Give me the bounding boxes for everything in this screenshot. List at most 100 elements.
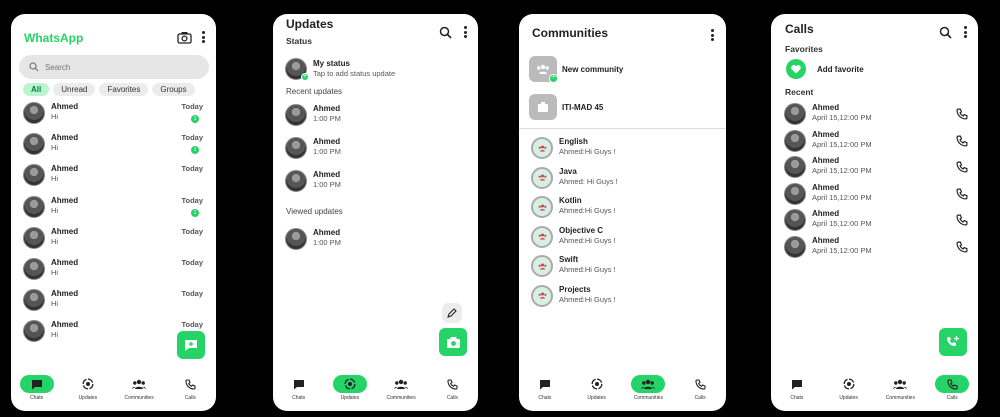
group-row[interactable]: Projects Ahmed:Hi Guys ! <box>531 284 711 311</box>
nav-chats[interactable]: Chats <box>521 375 569 401</box>
nav-chats[interactable]: Chats <box>275 375 323 401</box>
filter-unread[interactable]: Unread <box>53 83 96 96</box>
call-row[interactable]: Ahmed April 15,12:00 PM <box>784 182 970 209</box>
avatar <box>784 103 806 125</box>
more-options-icon[interactable] <box>710 26 714 44</box>
status-row[interactable]: Ahmed 1:00 PM <box>285 104 465 130</box>
nav-communities[interactable]: Communities <box>624 375 672 401</box>
chat-row[interactable]: Ahmed Hi Today <box>23 164 203 190</box>
filter-groups[interactable]: Groups <box>152 83 195 96</box>
nav-calls[interactable]: Calls <box>428 375 476 401</box>
call-row[interactable]: Ahmed April 15,12:00 PM <box>784 156 970 182</box>
chats-icon <box>791 379 802 389</box>
nav-calls[interactable]: Calls <box>928 375 976 401</box>
unread-badge: 1 <box>191 146 199 155</box>
chats-icon <box>293 379 304 389</box>
more-options-icon[interactable] <box>201 28 205 46</box>
group-row[interactable]: Java Ahmed: Hi Guys ! <box>531 166 711 193</box>
nav-chats[interactable]: Chats <box>773 375 821 401</box>
community-row[interactable]: ITI-MAD 45 <box>529 94 709 122</box>
call-row[interactable]: Ahmed April 15,12:00 PM <box>784 236 970 262</box>
chat-row[interactable]: Ahmed Hi Today <box>23 226 203 253</box>
nav-communities[interactable]: Communities <box>876 375 924 401</box>
filter-all[interactable]: All <box>23 83 50 96</box>
status-row[interactable]: Ahmed 1:00 PM <box>285 170 465 196</box>
caller-name: Ahmed <box>812 236 840 245</box>
avatar <box>784 156 806 179</box>
nav-communities-label: Communities <box>633 395 663 401</box>
divider <box>519 128 726 129</box>
status-name: Ahmed <box>313 137 341 146</box>
nav-chats[interactable]: Chats <box>13 375 61 401</box>
call-phone-icon[interactable] <box>956 107 968 125</box>
call-phone-icon[interactable] <box>956 134 968 152</box>
call-phone-icon[interactable] <box>956 213 968 231</box>
chat-message: Hi <box>51 143 59 153</box>
group-row[interactable]: English Ahmed:Hi Guys ! <box>531 137 711 163</box>
nav-updates[interactable]: Updates <box>825 375 873 401</box>
nav-calls-label: Calls <box>446 395 458 401</box>
status-name: Ahmed <box>313 104 341 113</box>
avatar <box>23 226 45 249</box>
camera-icon[interactable] <box>175 28 193 46</box>
new-call-button[interactable] <box>939 328 967 356</box>
nav-updates[interactable]: Updates <box>326 375 374 401</box>
updates-icon <box>344 378 356 390</box>
avatar <box>784 209 806 232</box>
group-last-message: Ahmed: Hi Guys ! <box>559 176 618 186</box>
group-row[interactable]: Kotlin Ahmed:Hi Guys ! <box>531 196 711 222</box>
avatar <box>285 170 307 192</box>
updates-icon <box>591 378 603 390</box>
nav-updates[interactable]: Updates <box>64 375 112 401</box>
avatar <box>23 258 45 280</box>
chat-row[interactable]: Ahmed Hi Today <box>23 289 203 315</box>
new-community-row[interactable]: + New community <box>529 56 709 84</box>
more-options-icon[interactable] <box>463 24 467 40</box>
search-icon[interactable] <box>437 24 453 40</box>
chat-row[interactable]: Ahmed Hi Today <box>23 258 203 284</box>
search-input[interactable] <box>45 62 185 72</box>
text-status-button[interactable] <box>442 303 462 323</box>
search-icon[interactable] <box>937 24 953 40</box>
new-chat-icon <box>185 339 197 351</box>
my-status-hint: Tap to add status update <box>313 69 396 78</box>
chats-screen: WhatsApp All Unread Favorites Groups Ahm… <box>11 14 216 411</box>
status-row[interactable]: Ahmed 1:00 PM <box>285 137 465 163</box>
group-name: Projects <box>559 284 591 294</box>
nav-updates[interactable]: Updates <box>573 375 621 401</box>
chat-row[interactable]: Ahmed Hi Today 1 <box>23 195 203 222</box>
chat-row[interactable]: Ahmed Hi Today 1 <box>23 133 203 159</box>
nav-communities[interactable]: Communities <box>377 375 425 401</box>
group-row[interactable]: Swift Ahmed:Hi Guys ! <box>531 255 711 281</box>
nav-calls[interactable]: Calls <box>166 375 214 401</box>
nav-communities[interactable]: Communities <box>115 375 163 401</box>
call-phone-icon[interactable] <box>956 187 968 205</box>
call-row[interactable]: Ahmed April 15,12:00 PM <box>784 209 970 235</box>
camera-add-icon <box>446 336 460 348</box>
camera-status-button[interactable] <box>439 328 467 356</box>
nav-communities-label: Communities <box>124 395 154 401</box>
filter-favorites[interactable]: Favorites <box>99 83 149 96</box>
call-phone-icon[interactable] <box>956 160 968 178</box>
status-row[interactable]: Ahmed 1:00 PM <box>285 228 465 254</box>
my-status-row[interactable]: + My status Tap to add status update <box>285 58 465 84</box>
chat-message: Hi <box>51 205 59 215</box>
group-row[interactable]: Objective C Ahmed:Hi Guys ! <box>531 225 711 252</box>
avatar <box>285 228 307 250</box>
new-chat-button[interactable] <box>177 331 205 359</box>
chat-row[interactable]: Ahmed Hi Today 1 <box>23 102 203 128</box>
nav-calls[interactable]: Calls <box>676 375 724 401</box>
call-phone-icon[interactable] <box>956 240 968 258</box>
communities-icon <box>893 379 908 389</box>
group-last-message: Ahmed:Hi Guys ! <box>559 265 616 274</box>
add-favorite-row[interactable]: Add favorite <box>786 59 936 81</box>
search-bar[interactable] <box>19 55 209 79</box>
app-title: WhatsApp <box>24 31 84 45</box>
chat-row[interactable]: Ahmed Hi Today <box>23 320 203 346</box>
call-row[interactable]: Ahmed April 15,12:00 PM <box>784 129 970 156</box>
updates-screen: Updates Status + My status Tap to add st… <box>273 14 478 411</box>
call-row[interactable]: Ahmed April 15,12:00 PM <box>784 103 970 129</box>
favorites-heading: Favorites <box>785 44 823 54</box>
more-options-icon[interactable] <box>963 24 967 40</box>
avatar <box>23 133 45 156</box>
